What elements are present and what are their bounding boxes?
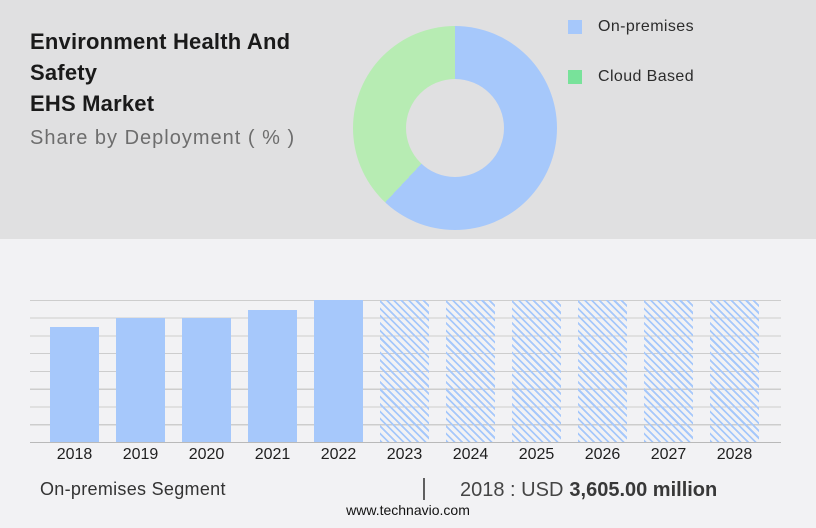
bar-2028 (710, 300, 759, 442)
x-axis-label-2019: 2019 (122, 446, 159, 463)
bar-2018 (50, 327, 99, 442)
x-axis-label-2021: 2021 (254, 446, 291, 463)
stat-prefix: 2018 : USD (460, 479, 564, 501)
legend-swatch-blue (568, 20, 582, 34)
stat-2018: 2018 : USD 3,605.00 million (460, 479, 717, 502)
website-url: www.technavio.com (346, 502, 470, 518)
legend-item-cloud-based: Cloud Based (568, 67, 694, 87)
chart-section: 2018 2019 2020 2021 2022 2023 2024 2025 2026 2027… (0, 239, 816, 528)
x-axis-label-2028: 2028 (716, 446, 753, 463)
bar-2021 (248, 310, 297, 442)
legend-item-on-premises: On-premises (568, 17, 694, 37)
x-axis-label-2025: 2025 (518, 446, 555, 463)
infographic-page: Environment Health And Safety EHS Market… (0, 0, 816, 528)
page-title-line2: EHS Market (30, 91, 155, 116)
bar-chart-plot-area (30, 300, 781, 443)
legend-label-on-premises: On-premises (598, 18, 694, 35)
header-section: Environment Health And Safety EHS Market… (0, 0, 816, 239)
bar-2022 (314, 300, 363, 442)
legend-swatch-green (568, 70, 582, 84)
x-axis-label-2022: 2022 (320, 446, 357, 463)
page-title-line1: Environment Health And Safety (30, 29, 291, 85)
x-axis-label-2018: 2018 (56, 446, 93, 463)
segment-label: On-premises Segment (40, 479, 226, 499)
stat-value: 3,605.00 million (569, 479, 718, 501)
x-axis-line (30, 442, 781, 443)
x-axis-label-2023: 2023 (386, 446, 423, 463)
bar-2027 (644, 300, 693, 442)
stat-divider: | (421, 474, 427, 500)
bar-2023 (380, 300, 429, 442)
bar-2020 (182, 318, 231, 442)
title-block: Environment Health And Safety EHS Market… (30, 26, 360, 150)
donut-chart (353, 26, 557, 230)
x-axis-label-2027: 2027 (650, 446, 687, 463)
legend: On-premises Cloud Based (568, 17, 694, 117)
bar-2019 (116, 318, 165, 442)
chart-subtitle: Share by Deployment ( % ) (30, 127, 296, 149)
x-axis-label-2020: 2020 (188, 446, 225, 463)
legend-label-cloud-based: Cloud Based (598, 68, 695, 85)
bar-2025 (512, 300, 561, 442)
x-axis-label-2026: 2026 (584, 446, 621, 463)
bar-2024 (446, 300, 495, 442)
donut-hole (406, 79, 504, 177)
bar-2026 (578, 300, 627, 442)
x-axis-label-2024: 2024 (452, 446, 489, 463)
